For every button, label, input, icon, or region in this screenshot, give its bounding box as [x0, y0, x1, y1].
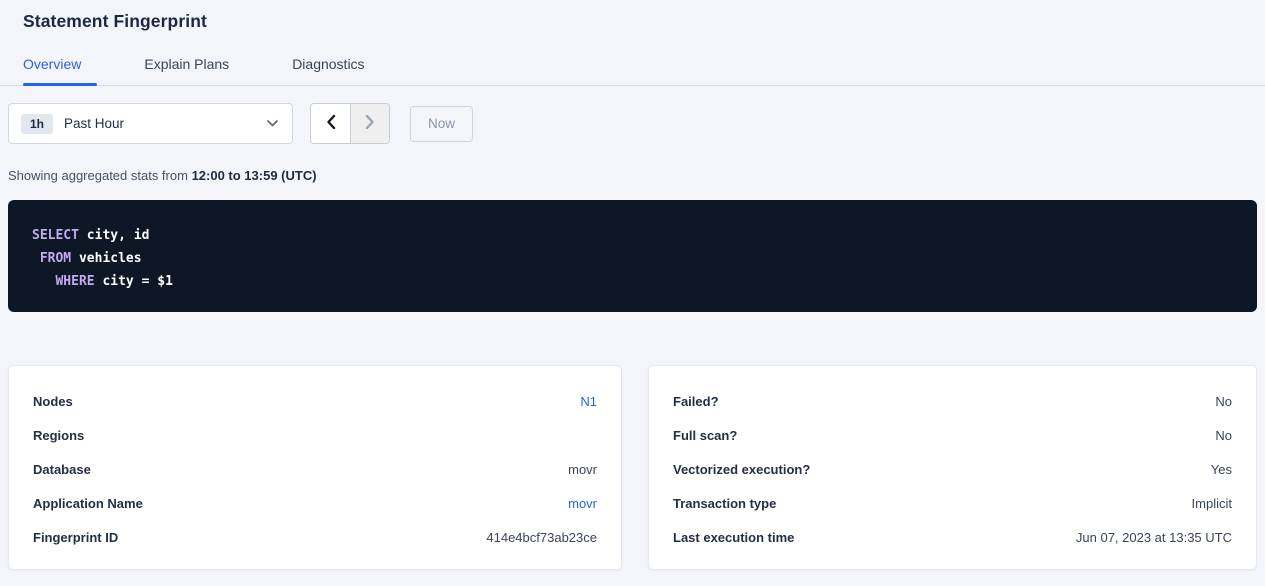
detail-cards: Nodes N1 Regions Database movr Applicati… [8, 365, 1257, 570]
table-row: Full scan? No [673, 418, 1232, 452]
sql-line: FROM vehicles [32, 247, 1233, 270]
chevron-left-icon [326, 114, 336, 133]
sql-line: WHERE city = $1 [32, 270, 1233, 293]
sql-text: city, id [79, 228, 149, 243]
nodes-link[interactable]: N1 [580, 394, 597, 409]
execution-attributes-card: Failed? No Full scan? No Vectorized exec… [648, 365, 1257, 570]
stats-range: 12:00 to 13:59 (UTC) [192, 168, 317, 183]
row-label-database: Database [33, 462, 91, 477]
table-row: Application Name movr [33, 486, 597, 520]
row-label-vectorized: Vectorized execution? [673, 462, 810, 477]
row-label-application-name: Application Name [33, 496, 143, 511]
table-row: Transaction type Implicit [673, 486, 1232, 520]
chevron-right-icon [365, 114, 375, 133]
row-label-failed: Failed? [673, 394, 719, 409]
sql-statement-box: SELECT city, id FROM vehicles WHERE city… [8, 200, 1257, 312]
full-scan-value: No [1215, 428, 1232, 443]
now-button[interactable]: Now [410, 106, 473, 142]
time-picker-toolbar: 1h Past Hour Now [8, 103, 1257, 144]
last-execution-time-value: Jun 07, 2023 at 13:35 UTC [1076, 530, 1232, 545]
row-label-fingerprint-id: Fingerprint ID [33, 530, 118, 545]
time-range-label: Past Hour [64, 116, 124, 131]
page-header: Statement Fingerprint [0, 0, 1265, 32]
table-row: Regions [33, 418, 597, 452]
row-label-nodes: Nodes [33, 394, 73, 409]
table-row: Fingerprint ID 414e4bcf73ab23ce [33, 520, 597, 554]
next-time-button[interactable] [350, 104, 389, 143]
statement-details-card: Nodes N1 Regions Database movr Applicati… [8, 365, 622, 570]
fingerprint-id-value: 414e4bcf73ab23ce [486, 530, 597, 545]
sql-keyword: WHERE [55, 274, 94, 289]
table-row: Failed? No [673, 384, 1232, 418]
aggregated-stats-line: Showing aggregated stats from 12:00 to 1… [8, 168, 1257, 183]
page-content: 1h Past Hour Now S [0, 103, 1265, 570]
chevron-down-icon [267, 120, 278, 127]
sql-text: city = $1 [95, 274, 173, 289]
failed-value: No [1215, 394, 1232, 409]
time-step-button-group [310, 103, 390, 144]
row-label-last-execution: Last execution time [673, 530, 794, 545]
row-label-full-scan: Full scan? [673, 428, 737, 443]
prev-time-button[interactable] [311, 104, 350, 143]
time-range-dropdown[interactable]: 1h Past Hour [8, 103, 293, 144]
tab-diagnostics[interactable]: Diagnostics [292, 56, 380, 85]
tab-bar: Overview Explain Plans Diagnostics [0, 56, 1265, 86]
row-label-transaction-type: Transaction type [673, 496, 776, 511]
sql-keyword: FROM [40, 251, 71, 266]
table-row: Vectorized execution? Yes [673, 452, 1232, 486]
table-row: Database movr [33, 452, 597, 486]
table-row: Last execution time Jun 07, 2023 at 13:3… [673, 520, 1232, 554]
statement-fingerprint-page: Statement Fingerprint Overview Explain P… [0, 0, 1265, 586]
tab-explain-plans[interactable]: Explain Plans [144, 56, 245, 85]
page-title: Statement Fingerprint [23, 11, 1241, 32]
sql-indent [32, 274, 55, 289]
database-value: movr [568, 462, 597, 477]
transaction-type-value: Implicit [1192, 496, 1232, 511]
time-range-badge: 1h [21, 114, 53, 134]
application-name-link[interactable]: movr [568, 496, 597, 511]
stats-prefix: Showing aggregated stats from [8, 168, 192, 183]
tab-overview[interactable]: Overview [23, 56, 97, 85]
vectorized-value: Yes [1211, 462, 1232, 477]
sql-keyword: SELECT [32, 228, 79, 243]
row-label-regions: Regions [33, 428, 84, 443]
sql-text: vehicles [71, 251, 141, 266]
sql-line: SELECT city, id [32, 224, 1233, 247]
table-row: Nodes N1 [33, 384, 597, 418]
sql-indent [32, 251, 40, 266]
